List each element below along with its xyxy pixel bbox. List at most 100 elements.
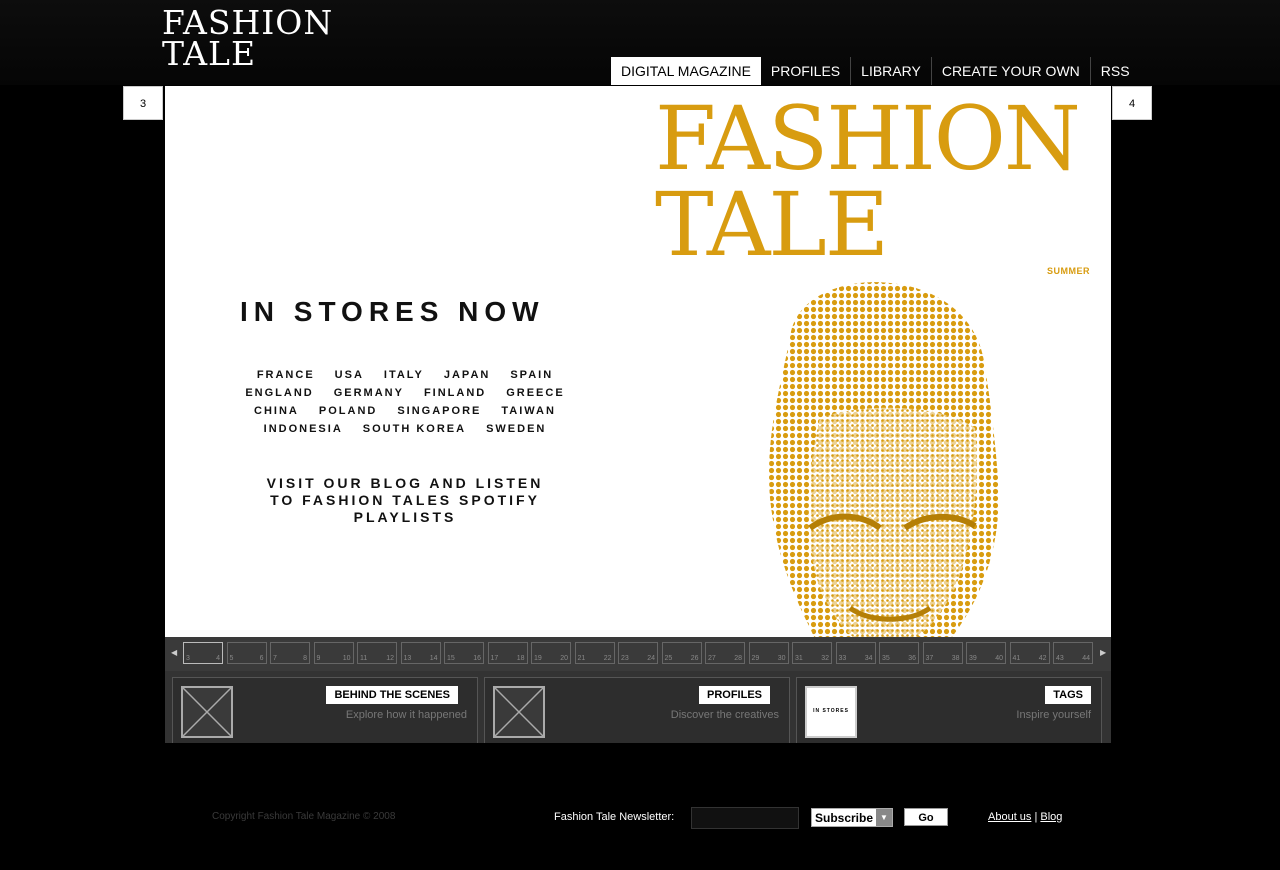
country: USA: [334, 369, 364, 381]
newsletter-email-input[interactable]: [691, 807, 799, 829]
country: SPAIN: [510, 369, 554, 381]
about-us-link[interactable]: About us: [988, 811, 1031, 823]
page-thumbnail[interactable]: 23 24: [618, 642, 658, 664]
page-thumbnail[interactable]: 15 16: [444, 642, 484, 664]
page-thumbnail[interactable]: 9 10: [313, 642, 354, 664]
country-row: INDONESIA SOUTH KOREA SWEDEN: [215, 420, 595, 438]
feature-panels: BEHIND THE SCENES Explore how it happene…: [165, 671, 1111, 743]
thumbnail-page-number: 29: [751, 655, 760, 662]
page-thumbnail[interactable]: 78: [270, 642, 310, 664]
panel-label: PROFILES: [698, 686, 770, 704]
page-thumbnail[interactable]: 56: [226, 642, 267, 664]
newsletter-action-select[interactable]: Subscribe ▼: [811, 808, 893, 827]
page-thumbnail[interactable]: 34: [183, 642, 223, 664]
thumbnail-page-number: 3: [186, 655, 190, 662]
panel-subtitle: Discover the creatives: [670, 709, 779, 721]
page-thumbnail[interactable]: 17 18: [487, 642, 528, 664]
country: SINGAPORE: [397, 405, 482, 417]
country: INDONESIA: [263, 423, 343, 435]
left-page-number[interactable]: 3: [123, 86, 163, 120]
panel-tags[interactable]: IN STORES TAGS Inspire yourself: [796, 677, 1102, 743]
thumbnail-page-number: 28: [734, 655, 742, 662]
page-thumbnail[interactable]: 37 38: [922, 642, 963, 664]
thumbnail-page-number: 42: [1038, 655, 1047, 662]
page-thumbnail[interactable]: 11 12: [357, 642, 397, 664]
panel-thumbnail-text: IN STORES: [813, 708, 849, 714]
country: FINLAND: [423, 387, 487, 399]
page-thumbnail[interactable]: 21 22: [574, 642, 615, 664]
thumbnail-page-number: 6: [259, 655, 264, 662]
issue-label: SUMMER: [1047, 266, 1090, 276]
panel-label: TAGS: [1045, 686, 1091, 704]
newsletter-select-value: Subscribe: [815, 811, 874, 825]
country: POLAND: [318, 405, 378, 417]
thumbnail-page-number: 31: [795, 655, 803, 662]
country: SOUTH KOREA: [362, 423, 467, 435]
page-thumbnail[interactable]: 43 44: [1053, 642, 1093, 664]
page-thumbnail[interactable]: 33 34: [835, 642, 876, 664]
thumbnail-page-number: 23: [621, 655, 629, 662]
thumbnail-page-number: 30: [777, 655, 786, 662]
page-thumbnail[interactable]: 39 40: [966, 642, 1006, 664]
panel-image-placeholder: [181, 686, 233, 738]
blog-promo: VISIT OUR BLOG AND LISTEN TO FASHION TAL…: [235, 475, 575, 526]
country: ENGLAND: [245, 387, 314, 399]
country-row: CHINA POLAND SINGAPORE TAIWAN: [215, 402, 595, 420]
thumbnail-page-number: 32: [821, 655, 829, 662]
country-list: FRANCE USA ITALY JAPAN SPAIN ENGLAND GERMANY F…: [215, 366, 595, 438]
page-thumbnail[interactable]: 25 26: [661, 642, 702, 664]
thumbnail-page-number: 35: [882, 655, 890, 662]
thumbs-next-arrow-icon[interactable]: ▶: [1100, 648, 1106, 657]
thumbnail-page-number: 14: [429, 655, 438, 662]
nav-library[interactable]: LIBRARY: [851, 57, 932, 85]
thumbnail-page-number: 8: [303, 655, 307, 662]
thumbnail-page-number: 33: [838, 655, 847, 662]
page-thumbnail[interactable]: 13 14: [400, 642, 441, 664]
newsletter-go-button[interactable]: Go: [904, 808, 948, 826]
panel-subtitle: Inspire yourself: [1016, 709, 1091, 721]
magazine-cover-title: FASHION TALE: [655, 95, 1081, 269]
page-thumbnail[interactable]: 41 42: [1009, 642, 1050, 664]
panel-image-placeholder: [493, 686, 545, 738]
thumbnail-page-number: 27: [708, 655, 716, 662]
thumbnail-page-number: 11: [360, 655, 368, 662]
thumbnail-page-number: 39: [969, 655, 977, 662]
magazine-spread[interactable]: IN STORES NOW FRANCE USA ITALY JAPAN SPAIN E…: [165, 86, 1111, 637]
country: JAPAN: [443, 369, 491, 381]
country: CHINA: [254, 405, 299, 417]
country-row: FRANCE USA ITALY JAPAN SPAIN: [215, 366, 595, 384]
thumbnail-page-number: 18: [516, 655, 525, 662]
panel-label: BEHIND THE SCENES: [326, 686, 458, 704]
footer-links: About us | Blog: [988, 811, 1062, 823]
panel-profiles[interactable]: PROFILES Discover the creatives: [484, 677, 790, 743]
panel-subtitle: Explore how it happened: [345, 709, 467, 721]
thumbnail-page-number: 38: [951, 655, 960, 662]
thumbnail-page-number: 16: [473, 655, 481, 662]
thumbnail-page-number: 43: [1056, 655, 1064, 662]
main-nav: DIGITAL MAGAZINE PROFILES LIBRARY CREATE…: [611, 57, 1140, 85]
blog-link[interactable]: Blog: [1040, 811, 1062, 823]
thumbnail-page-number: 5: [229, 655, 234, 662]
blog-promo-line: VISIT OUR BLOG AND LISTEN: [266, 475, 544, 491]
page-thumbnail[interactable]: 35 36: [879, 642, 919, 664]
thumbs-prev-arrow-icon[interactable]: ◀: [171, 648, 177, 657]
page-thumbnail[interactable]: 19 20: [531, 642, 571, 664]
dotted-portrait-illustration: [769, 282, 999, 637]
nav-digital-magazine[interactable]: DIGITAL MAGAZINE: [611, 57, 761, 85]
nav-rss[interactable]: RSS: [1091, 57, 1140, 85]
thumbnail-page-number: 22: [603, 655, 612, 662]
page-thumbnail[interactable]: 27 28: [705, 642, 745, 664]
site-logo[interactable]: FASHION TALE: [162, 6, 333, 70]
nav-profiles[interactable]: PROFILES: [761, 57, 852, 85]
panel-behind-the-scenes[interactable]: BEHIND THE SCENES Explore how it happene…: [172, 677, 478, 743]
page-thumbnail[interactable]: 29 30: [748, 642, 789, 664]
chevron-down-icon: ▼: [876, 809, 892, 826]
right-page-number[interactable]: 4: [1112, 86, 1152, 120]
page-thumbnail[interactable]: 31 32: [792, 642, 832, 664]
page-thumbnail-strip: ◀ ▶ 3 4 5 6 7 8 9 10 11 12 13 14 15 16 17 18 19 20 21 22 23 2…: [165, 637, 1111, 671]
headline-in-stores: IN STORES NOW: [240, 296, 545, 327]
country: TAIWAN: [501, 405, 556, 417]
thumbnail-page-number: 25: [664, 655, 673, 662]
thumbnail-page-number: 17: [490, 655, 499, 662]
nav-create-your-own[interactable]: CREATE YOUR OWN: [932, 57, 1091, 85]
